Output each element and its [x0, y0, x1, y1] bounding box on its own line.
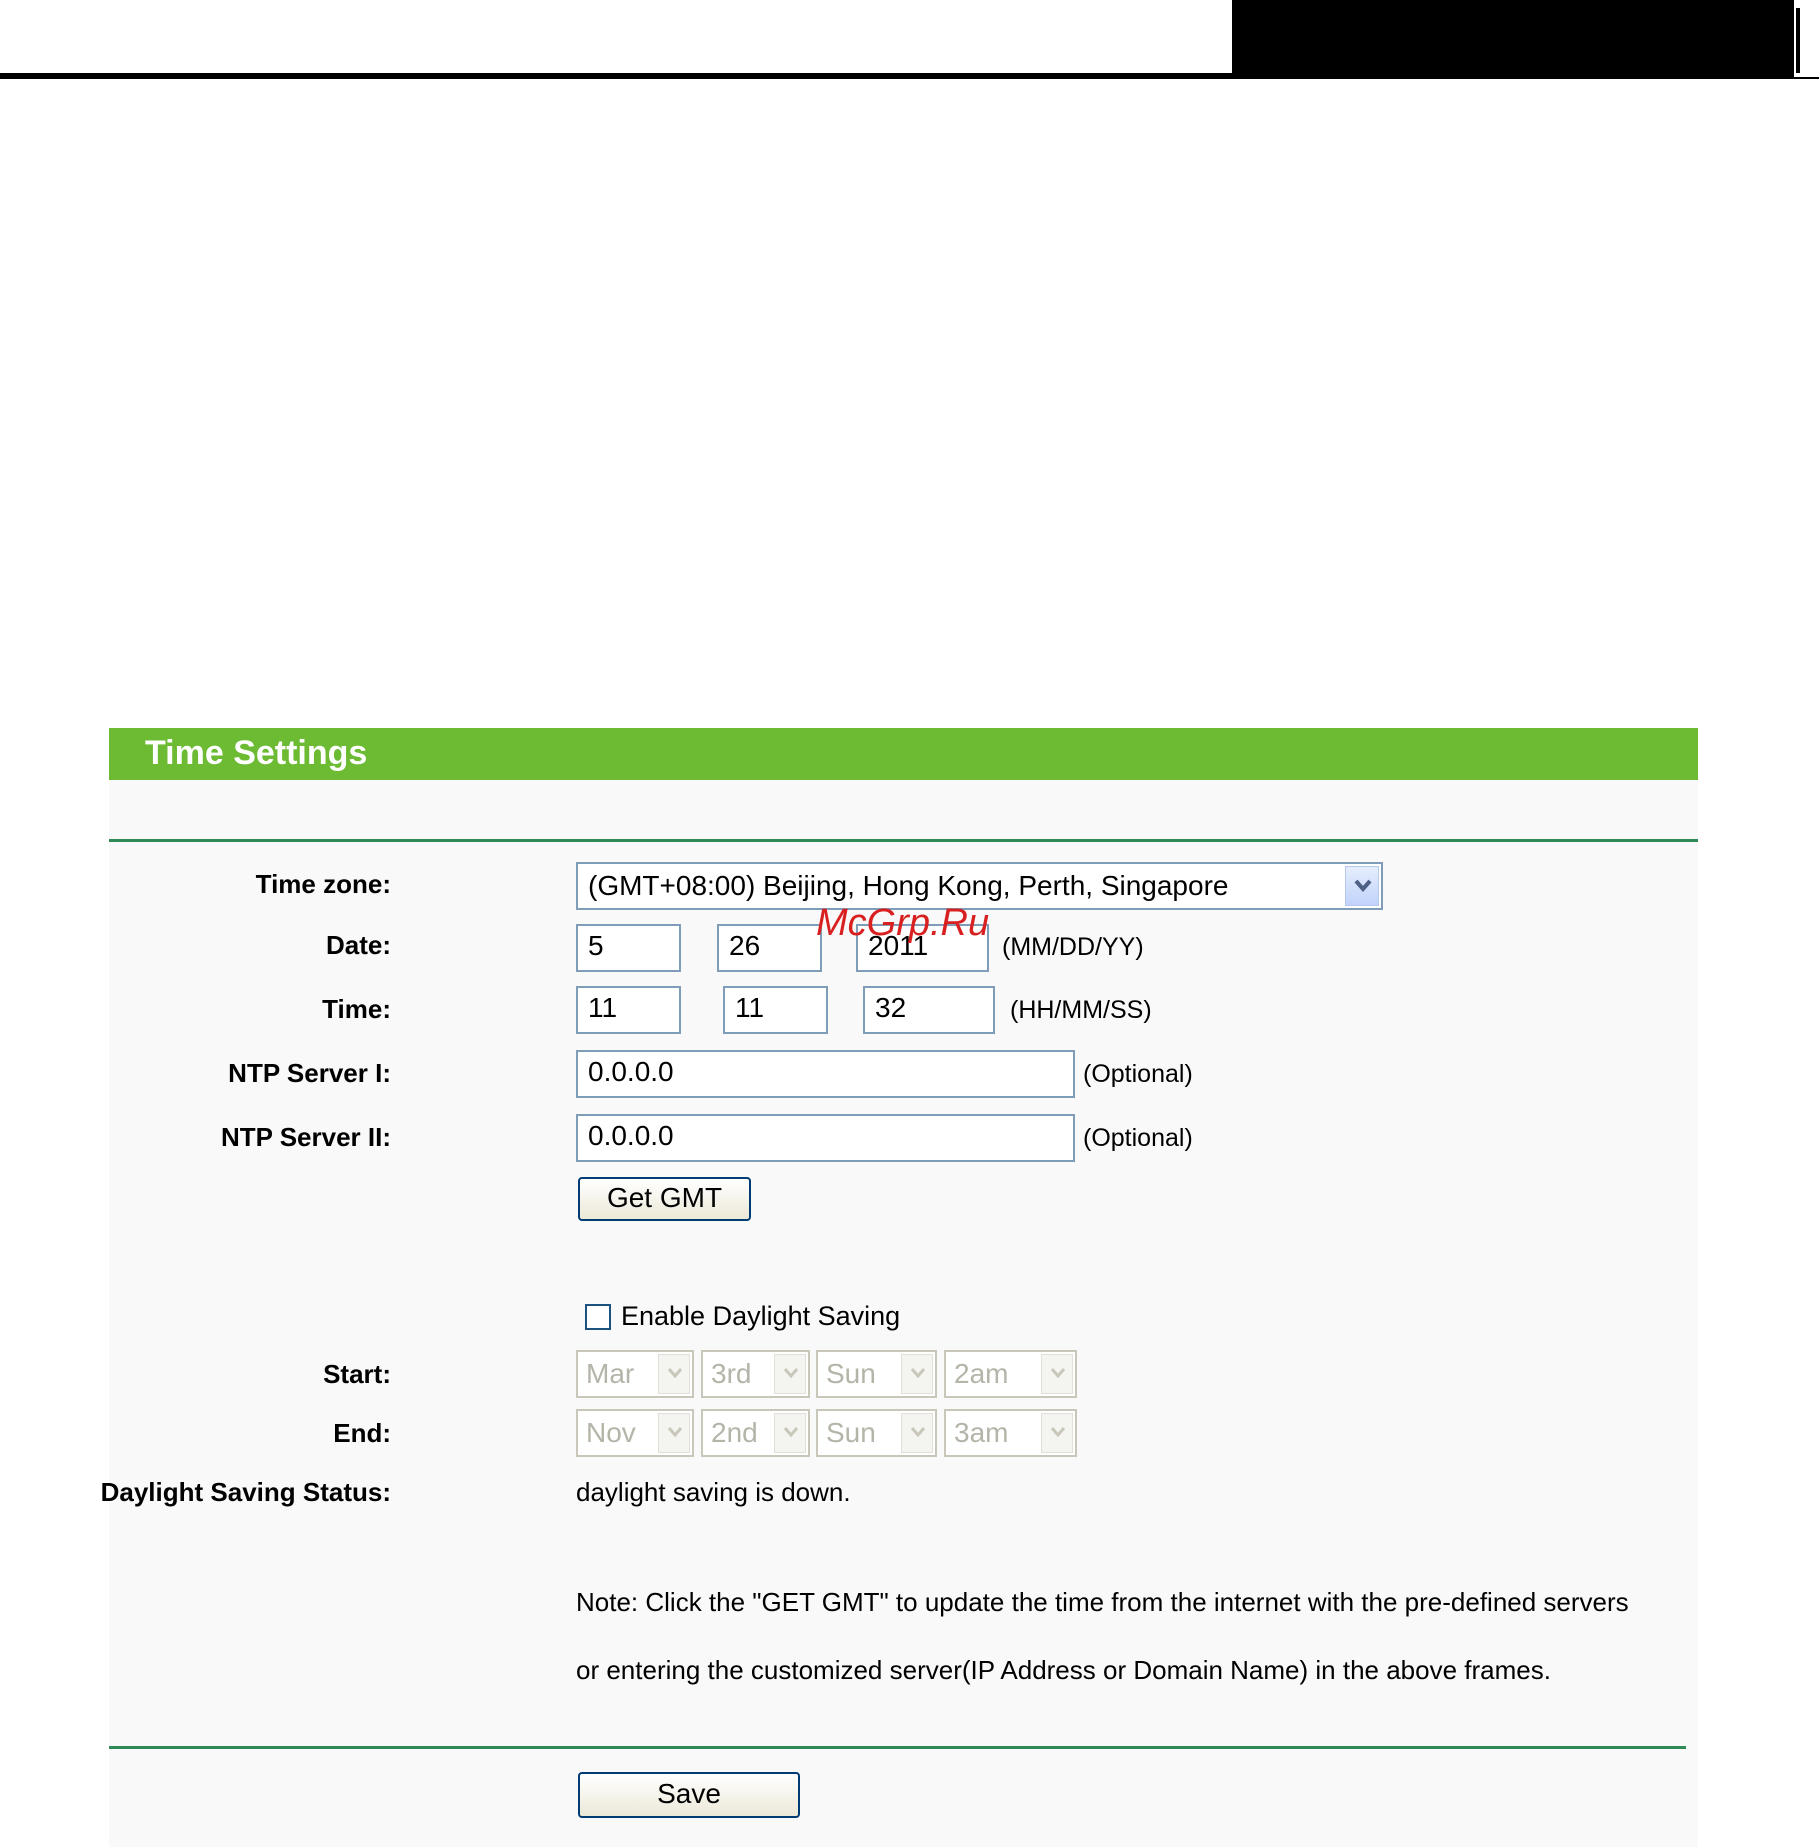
ntp1-input[interactable]: 0.0.0.0	[576, 1050, 1075, 1098]
enable-dst-label: Enable Daylight Saving	[621, 1301, 901, 1331]
end-hour-value: 3am	[954, 1417, 1009, 1448]
chevron-down-icon[interactable]	[901, 1413, 933, 1453]
date-day-input[interactable]: 26	[717, 924, 822, 972]
end-day-value: Sun	[826, 1417, 876, 1448]
timezone-value: (GMT+08:00) Beijing, Hong Kong, Perth, S…	[588, 870, 1229, 901]
start-day-value: Sun	[826, 1358, 876, 1389]
start-day-select[interactable]: Sun	[816, 1350, 937, 1398]
watermark-text: McGrp.Ru	[816, 902, 990, 944]
start-hour-select[interactable]: 2am	[944, 1350, 1077, 1398]
start-label: Start:	[323, 1359, 391, 1389]
start-month-value: Mar	[586, 1358, 635, 1389]
chevron-down-icon[interactable]	[658, 1413, 690, 1453]
chevron-down-icon[interactable]	[1041, 1413, 1073, 1453]
chevron-down-icon[interactable]	[1041, 1354, 1073, 1394]
date-format-hint: (MM/DD/YY)	[1002, 933, 1144, 961]
dst-status-value: daylight saving is down.	[576, 1477, 851, 1507]
save-button[interactable]: Save	[578, 1772, 800, 1818]
get-gmt-button[interactable]: Get GMT	[578, 1177, 751, 1221]
page-title: Time Settings	[145, 734, 368, 772]
bottom-divider	[109, 1746, 1686, 1749]
time-hour-input[interactable]: 11	[576, 986, 681, 1034]
start-month-select[interactable]: Mar	[576, 1350, 694, 1398]
ntp2-label: NTP Server II:	[220, 1122, 391, 1152]
start-week-value: 3rd	[711, 1358, 752, 1389]
time-minute-input[interactable]: 11	[723, 986, 828, 1034]
start-hour-value: 2am	[954, 1358, 1009, 1389]
chevron-down-icon[interactable]	[901, 1354, 933, 1394]
time-second-input[interactable]: 32	[863, 986, 995, 1034]
date-month-input[interactable]: 5	[576, 924, 681, 972]
end-day-select[interactable]: Sun	[816, 1409, 937, 1457]
end-week-value: 2nd	[711, 1417, 758, 1448]
timezone-label: Time zone:	[255, 869, 391, 899]
header-block	[1232, 0, 1794, 77]
time-label: Time:	[322, 994, 391, 1024]
note-line-2: or entering the customized server(IP Add…	[576, 1655, 1551, 1685]
note-line-1: Note: Click the "GET GMT" to update the …	[576, 1587, 1629, 1617]
start-week-select[interactable]: 3rd	[701, 1350, 810, 1398]
ntp1-label: NTP Server I:	[228, 1058, 391, 1088]
header-edge	[1794, 0, 1819, 77]
end-hour-select[interactable]: 3am	[944, 1409, 1077, 1457]
dst-status-label: Daylight Saving Status:	[100, 1477, 391, 1507]
ntp2-input[interactable]: 0.0.0.0	[576, 1114, 1075, 1162]
chevron-down-icon[interactable]	[658, 1354, 690, 1394]
date-label: Date:	[325, 930, 391, 960]
top-divider	[109, 839, 1698, 842]
chevron-down-icon[interactable]	[1345, 866, 1379, 906]
ntp2-hint: (Optional)	[1083, 1124, 1193, 1152]
end-month-value: Nov	[586, 1417, 636, 1448]
time-format-hint: (HH/MM/SS)	[1010, 996, 1152, 1024]
ntp1-hint: (Optional)	[1083, 1060, 1193, 1088]
end-month-select[interactable]: Nov	[576, 1409, 694, 1457]
chevron-down-icon[interactable]	[774, 1413, 806, 1453]
enable-dst-checkbox[interactable]	[585, 1304, 611, 1330]
title-bar: Time Settings	[109, 728, 1698, 780]
end-week-select[interactable]: 2nd	[701, 1409, 810, 1457]
end-label: End:	[333, 1418, 391, 1448]
time-settings-panel: Time Settings Time zone: (GMT+08:00) Bei…	[101, 728, 1698, 1847]
chevron-down-icon[interactable]	[774, 1354, 806, 1394]
